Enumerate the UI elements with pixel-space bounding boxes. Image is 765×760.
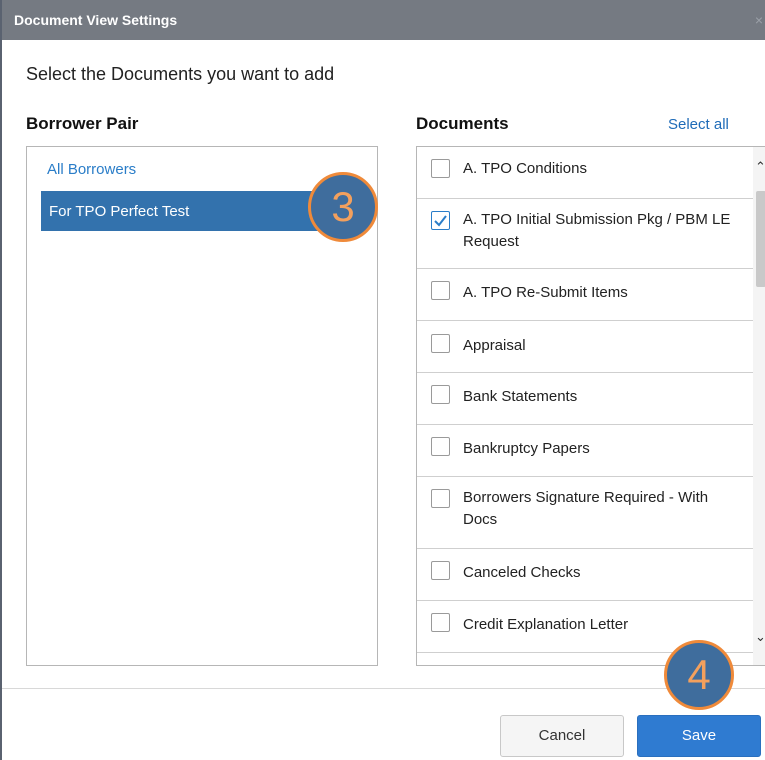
chevron-down-icon[interactable]: ⌄ xyxy=(755,629,765,645)
document-item[interactable]: Bank Statements xyxy=(417,373,753,425)
dialog-title: Document View Settings xyxy=(14,12,178,28)
save-button[interactable]: Save xyxy=(637,715,761,757)
dialog-subtitle: Select the Documents you want to add xyxy=(26,64,335,84)
chevron-up-icon[interactable]: ⌃ xyxy=(755,159,765,175)
document-item[interactable]: Canceled Checks xyxy=(417,549,753,601)
document-label: Bank Statements xyxy=(463,388,578,405)
document-view-settings-dialog: Document View Settings × Select the Docu… xyxy=(0,0,765,760)
document-item[interactable]: A. TPO Conditions xyxy=(417,147,753,199)
document-item[interactable]: A. TPO Re-Submit Items xyxy=(417,269,753,321)
document-checkbox[interactable] xyxy=(431,665,450,666)
documents-heading: Documents xyxy=(416,114,509,133)
document-checkbox[interactable] xyxy=(431,489,450,508)
document-checkbox[interactable] xyxy=(431,437,450,456)
documents-list: A. TPO Conditions A. TPO Initial Submiss… xyxy=(416,146,765,666)
callout-badge-4: 4 xyxy=(664,640,734,710)
cancel-button[interactable]: Cancel xyxy=(500,715,624,757)
document-item[interactable]: Bankruptcy Papers xyxy=(417,425,753,477)
document-label: A. TPO Initial Submission Pkg / PBM LE R… xyxy=(463,211,731,250)
document-label: Appraisal xyxy=(463,337,526,354)
document-checkbox[interactable] xyxy=(431,613,450,632)
document-label: A. TPO Conditions xyxy=(463,160,587,177)
document-label: Bankruptcy Papers xyxy=(463,440,590,457)
checkmark-icon xyxy=(434,215,447,227)
document-label: Borrowers Signature Required - With Docs xyxy=(463,489,709,528)
dialog-titlebar: Document View Settings × xyxy=(2,0,765,40)
document-checkbox[interactable] xyxy=(431,211,450,230)
document-checkbox[interactable] xyxy=(431,334,450,353)
document-label: Credit Explanation Letter xyxy=(463,616,629,633)
document-checkbox[interactable] xyxy=(431,281,450,300)
select-all-link[interactable]: Select all xyxy=(668,116,729,133)
callout-badge-3: 3 xyxy=(308,172,378,242)
document-checkbox[interactable] xyxy=(431,385,450,404)
borrower-pair-heading: Borrower Pair xyxy=(26,114,139,133)
document-item[interactable]: Borrowers Signature Required - With Docs xyxy=(417,477,753,549)
document-checkbox[interactable] xyxy=(431,159,450,178)
document-label: Canceled Checks xyxy=(463,564,581,581)
scrollbar-thumb[interactable] xyxy=(756,191,765,287)
document-checkbox[interactable] xyxy=(431,561,450,580)
document-label: A. TPO Re-Submit Items xyxy=(463,284,628,301)
document-item[interactable]: Appraisal xyxy=(417,321,753,373)
footer-divider xyxy=(2,688,765,689)
document-item[interactable]: A. TPO Initial Submission Pkg / PBM LE R… xyxy=(417,199,753,269)
borrower-item-all-borrowers[interactable]: All Borrowers xyxy=(47,161,136,178)
close-icon[interactable]: × xyxy=(755,12,763,28)
